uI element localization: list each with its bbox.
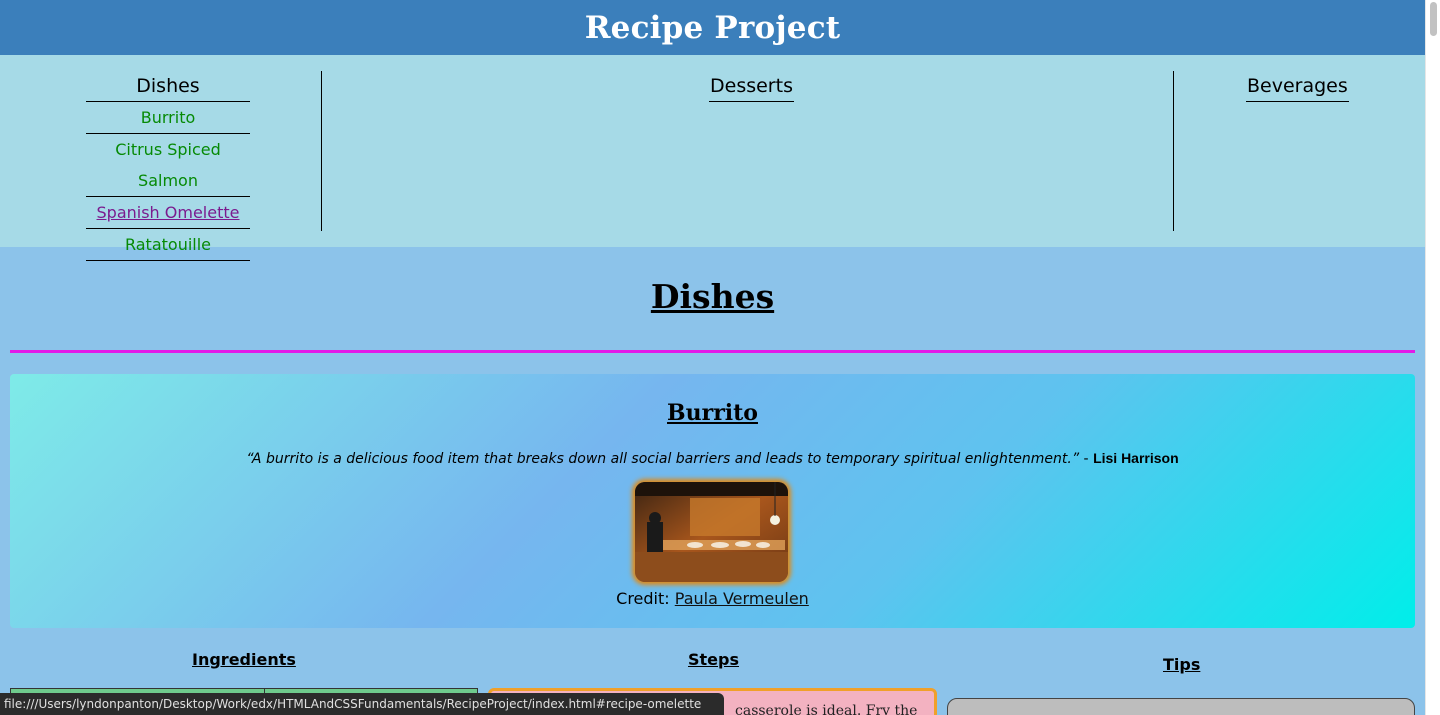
category-nav: Dishes Burrito Citrus Spiced Salmon Span… xyxy=(0,55,1425,261)
recipe-title: Burrito xyxy=(10,400,1415,426)
browser-status-bar: file:///Users/lyndonpanton/Desktop/Work/… xyxy=(0,693,724,715)
recipe-photo xyxy=(635,482,788,582)
quote-separator: - xyxy=(1079,451,1094,467)
nav-column-desserts: Desserts xyxy=(709,71,794,102)
scrollbar-thumb[interactable] xyxy=(1430,2,1437,36)
nav-column-beverages: Beverages xyxy=(1246,71,1349,102)
credit-label: Credit: xyxy=(616,589,670,608)
site-title: Recipe Project xyxy=(584,9,841,46)
section-heading-text: Dishes xyxy=(650,277,775,316)
nav-link-spanish-omelette[interactable]: Spanish Omelette xyxy=(86,197,250,229)
nav-heading-beverages: Beverages xyxy=(1246,71,1349,102)
nav-link-ratatouille[interactable]: Ratatouille xyxy=(86,229,250,261)
credit-link[interactable]: Paula Vermeulen xyxy=(675,589,809,608)
nav-heading-desserts: Desserts xyxy=(709,71,794,102)
nav-link-burrito[interactable]: Burrito xyxy=(86,102,250,134)
steps-text: casserole is ideal. Fry the xyxy=(735,703,918,715)
site-header: Recipe Project xyxy=(0,0,1425,55)
tips-heading: Tips xyxy=(1163,655,1201,674)
nav-heading-dishes: Dishes xyxy=(86,71,250,102)
section-heading: Dishes xyxy=(0,277,1425,316)
section-divider xyxy=(10,350,1415,353)
photo-credit: Credit: Paula Vermeulen xyxy=(10,589,1415,608)
vertical-scrollbar[interactable] xyxy=(1425,0,1440,715)
recipe-title-text: Burrito xyxy=(667,400,758,426)
nav-column-dishes: Dishes Burrito Citrus Spiced Salmon Span… xyxy=(86,71,250,261)
nav-divider xyxy=(321,71,322,231)
steps-heading: Steps xyxy=(688,650,739,669)
tips-card xyxy=(947,698,1415,715)
nav-link-citrus-spiced-salmon[interactable]: Citrus Spiced Salmon xyxy=(86,134,250,197)
restaurant-photo-image xyxy=(635,482,788,582)
ingredients-heading: Ingredients xyxy=(192,650,296,669)
nav-divider xyxy=(1173,71,1174,231)
recipe-quote: “A burrito is a delicious food item that… xyxy=(10,450,1415,467)
quote-author: Lisi Harrison xyxy=(1093,450,1179,466)
recipe-card-burrito: Burrito “A burrito is a delicious food i… xyxy=(10,374,1415,628)
quote-text: “A burrito is a delicious food item that… xyxy=(246,451,1080,467)
